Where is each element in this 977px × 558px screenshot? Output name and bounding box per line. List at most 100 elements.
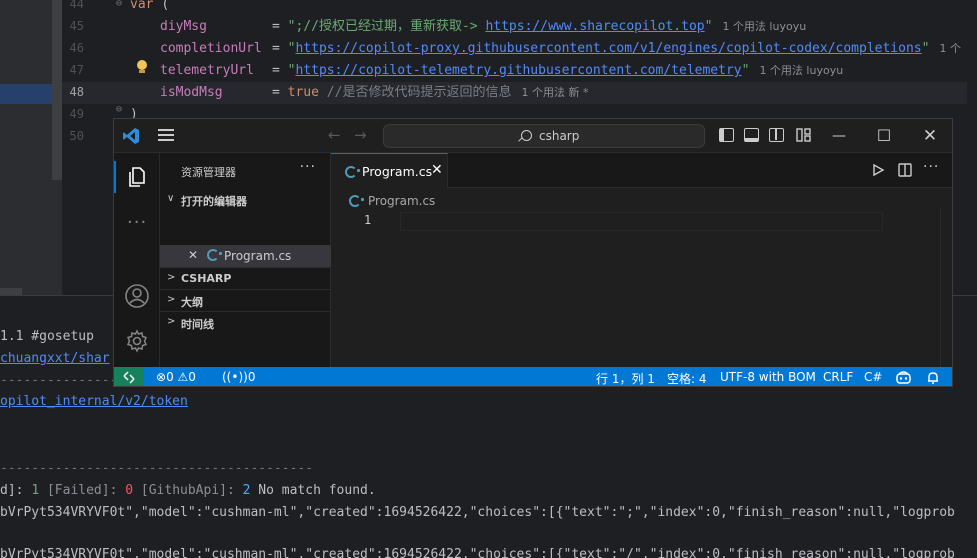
- tab-close-icon[interactable]: ✕: [431, 162, 443, 178]
- chevron-down-icon: ∨: [167, 193, 175, 204]
- background-project-panel: [0, 0, 62, 295]
- usage-hint[interactable]: 1 个用法 新 *: [521, 86, 588, 99]
- code-line-current[interactable]: isModMsg = true //是否修改代码提示返回的信息 1 个用法 新 *: [120, 82, 967, 104]
- fold-icon[interactable]: ⊖: [116, 104, 122, 115]
- tab-program-cs[interactable]: Program.cs ✕: [331, 153, 448, 188]
- copilot-icon[interactable]: [896, 371, 911, 384]
- csharp-section[interactable]: > CSHARP: [160, 267, 331, 289]
- outline-section[interactable]: > 大纲: [160, 289, 331, 311]
- end-of-line[interactable]: CRLF: [823, 370, 853, 384]
- terminal-line: bVrPyt534VRYVF0t","model":"cushman-ml","…: [0, 505, 955, 520]
- open-editors-section[interactable]: ∨ 打开的编辑器: [160, 189, 331, 211]
- line-number: 50: [69, 129, 84, 143]
- csharp-file-icon: [349, 195, 364, 207]
- terminal-line: ----------------: [0, 373, 126, 388]
- gutter-line: 50: [62, 126, 120, 148]
- gutter-line: 46: [62, 38, 120, 60]
- editor-line[interactable]: 1: [331, 212, 883, 231]
- gutter-line: 45: [62, 16, 120, 38]
- account-icon: [125, 284, 149, 308]
- telemetry-url-link[interactable]: https://copilot-telemetry.githubusercont…: [295, 63, 741, 78]
- code-line[interactable]: var (: [130, 0, 977, 16]
- gutter-line: 44: [62, 0, 120, 16]
- line-number: 1: [364, 213, 372, 227]
- cursor-position[interactable]: 行 1，列 1: [596, 370, 655, 386]
- split-editor-icon[interactable]: [898, 163, 912, 177]
- error-icon: ⊗: [156, 370, 167, 384]
- title-bar: ← → csharp — ☐ ✕: [114, 119, 952, 153]
- line-number: 49: [69, 107, 84, 121]
- line-number: 47: [69, 63, 84, 77]
- usage-hint[interactable]: 1 个用法 luyoyu: [759, 64, 843, 77]
- toggle-panel-icon[interactable]: [744, 128, 759, 142]
- open-editor-item[interactable]: ✕ Program.cs: [160, 245, 331, 267]
- editor-tabs: Program.cs ✕ ···: [331, 153, 952, 188]
- tab-label: Program.cs: [362, 164, 433, 179]
- section-label: 时间线: [181, 318, 214, 331]
- status-bar: ⊗0 ⚠0 ((•))0 行 1，列 1 空格: 4 UTF-8 with BO…: [114, 367, 952, 386]
- fold-icon[interactable]: ⊖: [116, 0, 122, 9]
- command-center-text: csharp: [539, 129, 580, 143]
- explorer-activity[interactable]: [114, 157, 160, 197]
- toggle-secondary-sidebar-icon[interactable]: [769, 128, 784, 142]
- manage-activity[interactable]: [114, 321, 160, 361]
- files-icon: [129, 167, 145, 187]
- section-label: 大纲: [181, 296, 203, 309]
- remote-indicator[interactable]: [114, 367, 144, 386]
- more-views-activity[interactable]: ···: [114, 205, 160, 245]
- terminal-line: d]: 1 [Failed]: 0 [GithubApi]: 2 No matc…: [0, 483, 376, 498]
- timeline-section[interactable]: > 时间线: [160, 311, 331, 333]
- ellipsis-icon: ···: [127, 212, 148, 233]
- customize-layout-icon[interactable]: [796, 128, 811, 142]
- gear-icon: [126, 329, 148, 353]
- terminal-link[interactable]: chuangxxt/shar: [0, 349, 110, 369]
- back-arrow-icon[interactable]: ←: [328, 126, 341, 144]
- search-icon: [521, 130, 532, 141]
- lightbulb-icon[interactable]: [136, 60, 148, 74]
- terminal-link[interactable]: opilot_internal/v2/token: [0, 392, 188, 412]
- usage-hint[interactable]: 1 个: [939, 42, 961, 55]
- warning-icon: ⚠: [177, 370, 189, 384]
- terminal-line: 1.1 #gosetup: [0, 329, 94, 344]
- menu-icon[interactable]: [158, 129, 174, 141]
- line-number: 45: [69, 19, 84, 33]
- section-label: CSHARP: [181, 272, 232, 285]
- problems-indicator[interactable]: ⊗0 ⚠0: [156, 370, 196, 384]
- gutter-line: 49: [62, 104, 120, 126]
- chevron-right-icon: >: [167, 294, 176, 305]
- run-icon[interactable]: [871, 163, 885, 177]
- forward-arrow-icon[interactable]: →: [354, 126, 367, 144]
- language-mode[interactable]: C#: [864, 370, 882, 384]
- csharp-file-icon: [207, 249, 222, 261]
- indentation[interactable]: 空格: 4: [667, 370, 707, 386]
- project-scrollbar[interactable]: [52, 0, 62, 180]
- completion-url-link[interactable]: https://copilot-proxy.githubusercontent.…: [295, 41, 921, 56]
- code-line[interactable]: diyMsg = ";//授权已经过期，重新获取-> https://www.sh…: [160, 16, 977, 38]
- breadcrumb-filename: Program.cs: [368, 194, 436, 208]
- sidebar-title: 资源管理器: [181, 166, 236, 179]
- terminal-line: bVrPyt534VRYVF0t","model":"cushman-ml","…: [0, 547, 955, 558]
- minimize-button[interactable]: —: [828, 125, 850, 147]
- close-window-button[interactable]: ✕: [919, 125, 941, 147]
- command-center-search[interactable]: csharp: [383, 124, 705, 148]
- diy-msg-link[interactable]: https://www.sharecopilot.top: [485, 19, 704, 34]
- editor-scrollbar[interactable]: [940, 209, 952, 367]
- current-line-highlight[interactable]: [400, 212, 883, 231]
- accounts-activity[interactable]: [114, 275, 160, 315]
- code-line[interactable]: telemetryUrl = "https://copilot-telemetry…: [160, 60, 977, 82]
- open-editor-filename: Program.cs: [224, 249, 292, 263]
- encoding[interactable]: UTF-8 with BOM: [720, 370, 816, 384]
- usage-hint[interactable]: 1 个用法 luyoyu: [722, 20, 806, 33]
- project-h-scrollbar[interactable]: [0, 288, 22, 295]
- maximize-button[interactable]: ☐: [873, 125, 895, 147]
- toggle-primary-sidebar-icon[interactable]: [719, 128, 734, 142]
- code-line[interactable]: completionUrl = "https://copilot-proxy.gi…: [160, 38, 977, 60]
- sidebar-more-icon[interactable]: ···: [300, 159, 316, 175]
- close-icon[interactable]: ✕: [188, 248, 198, 262]
- editor-more-icon[interactable]: ···: [923, 159, 939, 175]
- ports-indicator[interactable]: ((•))0: [222, 370, 255, 384]
- vscode-window: ← → csharp — ☐ ✕ ··· 资源管理器 ··· ∨ 打开的编辑器 …: [113, 118, 953, 387]
- gutter-line: 47: [62, 60, 120, 82]
- chevron-right-icon: >: [167, 272, 176, 283]
- bell-icon[interactable]: [927, 371, 939, 384]
